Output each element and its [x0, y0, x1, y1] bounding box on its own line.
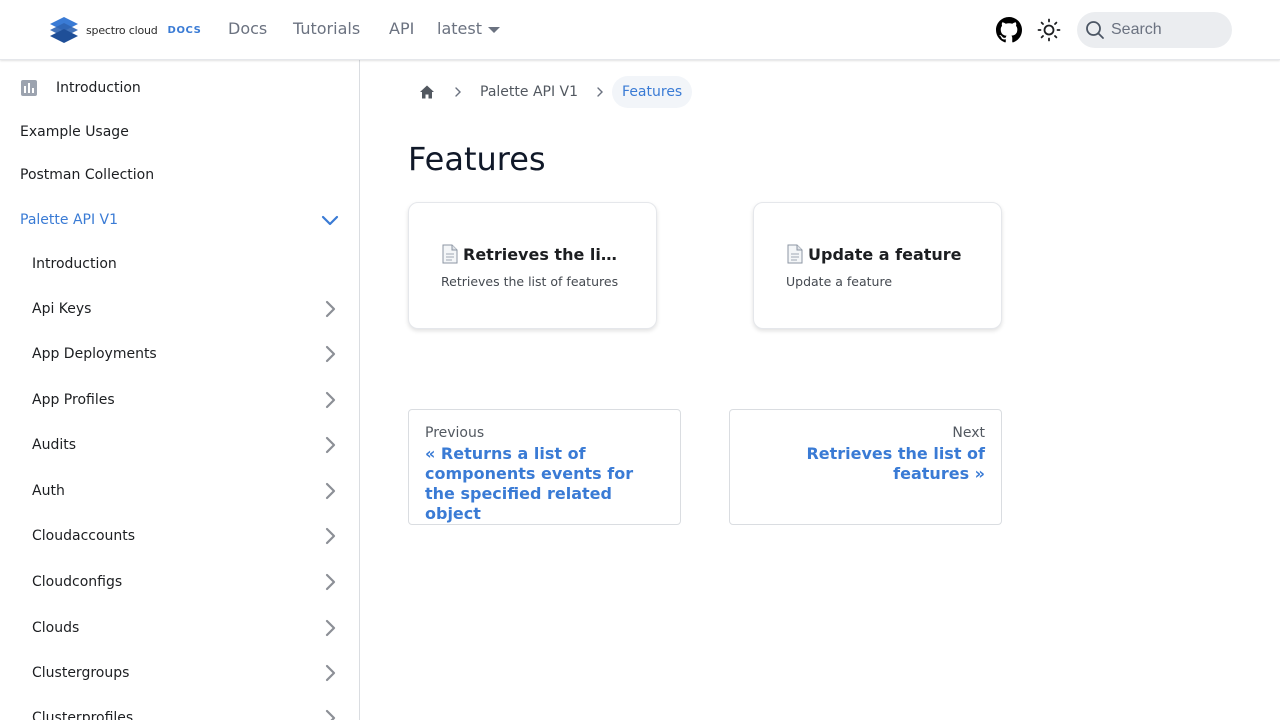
- sidebar-item-postman-collection[interactable]: Postman Collection: [0, 154, 359, 196]
- sidebar-item-app-deployments[interactable]: App Deployments: [0, 333, 359, 375]
- chevron-right-icon[interactable]: [321, 345, 339, 363]
- sidebar-item-clustergroups[interactable]: Clustergroups: [0, 652, 359, 694]
- chevron-right-icon[interactable]: [321, 664, 339, 682]
- card-description: Update a feature: [786, 274, 893, 289]
- card-title-row: Update a feature: [786, 244, 969, 264]
- github-icon[interactable]: [996, 17, 1022, 43]
- chevron-down-icon[interactable]: [321, 211, 339, 229]
- sidebar-item-label: Introduction: [56, 80, 141, 96]
- sidebar-item-example-usage[interactable]: Example Usage: [0, 111, 359, 153]
- search-input[interactable]: [1111, 21, 1221, 39]
- navbar: spectro cloud DOCS Docs Tutorials API la…: [0, 0, 1280, 60]
- document-icon: [787, 244, 803, 264]
- sidebar-item-label: App Profiles: [32, 392, 115, 408]
- caret-down-icon: [487, 26, 500, 33]
- sidebar-item-label: Auth: [32, 483, 65, 499]
- theme-toggle-sun-icon[interactable]: [1037, 18, 1061, 42]
- breadcrumb: Palette API V1 Features: [408, 76, 693, 108]
- nav-docs-link[interactable]: Docs: [228, 19, 267, 38]
- pagination-next-sublabel: Next: [952, 425, 985, 441]
- pagination-previous[interactable]: Previous « Returns a list of components …: [408, 409, 681, 525]
- chevron-right-icon[interactable]: [321, 391, 339, 409]
- card-retrieves-features[interactable]: Retrieves the list o… Retrieves the list…: [408, 202, 657, 329]
- chevron-right-icon: [455, 87, 461, 97]
- breadcrumb-home[interactable]: [408, 76, 446, 108]
- sidebar-item-palette-introduction[interactable]: Introduction: [0, 243, 359, 285]
- card-description: Retrieves the list of features: [441, 274, 619, 289]
- document-icon: [442, 244, 458, 264]
- sidebar-item-audits[interactable]: Audits: [0, 424, 359, 466]
- chevron-right-icon: [597, 87, 604, 97]
- pagination-next-label: Retrieves the list of features »: [806, 444, 985, 483]
- card-title-row: Retrieves the list o…: [441, 244, 624, 264]
- nav-api-link[interactable]: API: [389, 19, 414, 38]
- chevron-right-icon[interactable]: [321, 619, 339, 637]
- sidebar-item-label: Cloudconfigs: [32, 574, 123, 590]
- sidebar-item-label: Clouds: [32, 620, 80, 636]
- search-icon: [1086, 21, 1104, 39]
- sidebar-item-clusterprofiles[interactable]: Clusterprofiles: [0, 697, 359, 720]
- sidebar-item-app-profiles[interactable]: App Profiles: [0, 379, 359, 421]
- sidebar-item-label: Audits: [32, 437, 77, 453]
- chevron-right-icon[interactable]: [321, 436, 339, 454]
- version-label: latest: [437, 19, 482, 38]
- logo-docs-badge: DOCS: [167, 24, 202, 36]
- sidebar-item-label: Palette API V1: [20, 212, 119, 228]
- sidebar-item-label: Clusterprofiles: [32, 710, 134, 720]
- sidebar-item-clouds[interactable]: Clouds: [0, 607, 359, 649]
- sidebar-item-introduction[interactable]: Introduction: [0, 67, 359, 109]
- search-box[interactable]: [1077, 12, 1232, 48]
- sidebar-item-cloudconfigs[interactable]: Cloudconfigs: [0, 561, 359, 603]
- breadcrumb-separator: [446, 76, 470, 108]
- sidebar-item-label: Postman Collection: [20, 167, 155, 183]
- breadcrumb-separator: [588, 76, 612, 108]
- card-update-feature[interactable]: Update a feature Update a feature: [753, 202, 1002, 329]
- breadcrumb-current: Features: [612, 76, 693, 108]
- chevron-right-icon[interactable]: [321, 527, 339, 545]
- chevron-right-icon[interactable]: [321, 300, 339, 318]
- sidebar-item-palette-api-v1[interactable]: Palette API V1: [0, 199, 359, 241]
- version-dropdown[interactable]: latest: [437, 19, 500, 38]
- chevron-right-icon[interactable]: [321, 709, 339, 720]
- card-title: Update a feature: [808, 244, 962, 264]
- spectro-cloud-logo-icon: [50, 17, 78, 43]
- nav-tutorials-link[interactable]: Tutorials: [293, 19, 360, 38]
- book-icon: [21, 80, 37, 96]
- site-logo[interactable]: spectro cloud DOCS: [48, 16, 201, 44]
- logo-text: spectro cloud: [86, 23, 158, 37]
- sidebar-item-label: Example Usage: [20, 124, 129, 140]
- sidebar-item-label: Clustergroups: [32, 665, 130, 681]
- sidebar-item-label: Introduction: [32, 256, 117, 272]
- page-title: Features: [408, 140, 546, 178]
- breadcrumb-palette-api-v1[interactable]: Palette API V1: [470, 76, 588, 108]
- sidebar-item-label: Cloudaccounts: [32, 528, 136, 544]
- sidebar-item-cloudaccounts[interactable]: Cloudaccounts: [0, 515, 359, 557]
- pagination-next[interactable]: Next Retrieves the list of features »: [729, 409, 1002, 525]
- chevron-right-icon[interactable]: [321, 573, 339, 591]
- sidebar-item-auth[interactable]: Auth: [0, 470, 359, 512]
- sidebar-item-api-keys[interactable]: Api Keys: [0, 288, 359, 330]
- home-icon: [420, 85, 434, 99]
- pagination-previous-label: « Returns a list of components events fo…: [425, 444, 634, 523]
- pagination-previous-sublabel: Previous: [425, 425, 485, 441]
- docs-sidebar: Introduction Example Usage Postman Colle…: [0, 60, 360, 720]
- sidebar-item-label: Api Keys: [32, 301, 92, 317]
- card-title: Retrieves the list o…: [463, 244, 624, 264]
- chevron-right-icon[interactable]: [321, 482, 339, 500]
- sidebar-item-label: App Deployments: [32, 346, 157, 362]
